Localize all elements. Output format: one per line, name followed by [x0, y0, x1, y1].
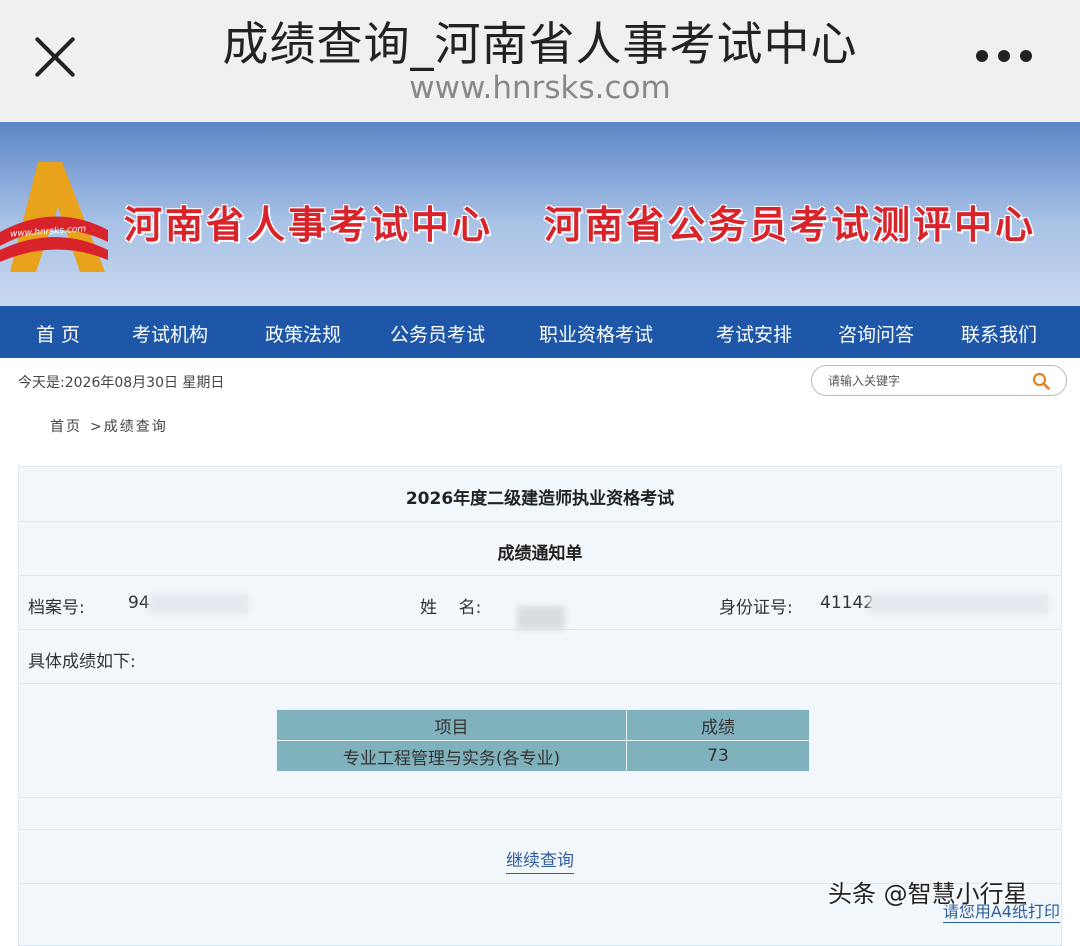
file-no-value: 94: [128, 593, 150, 613]
redaction-id: [869, 594, 1049, 614]
nav-item-institutions[interactable]: 考试机构: [132, 320, 208, 347]
candidate-info-row: 档案号: 94 姓 名: 身份证号: 41142: [19, 576, 1061, 630]
breadcrumb-current: >成绩查询: [90, 419, 168, 435]
exam-title-row: 2026年度二级建造师执业资格考试: [19, 467, 1061, 522]
redaction-name: [517, 606, 565, 630]
search-input[interactable]: [828, 371, 1028, 391]
nav-item-policies[interactable]: 政策法规: [265, 320, 341, 347]
site-logo-icon: [0, 162, 108, 272]
nav-item-contact[interactable]: 联系我们: [961, 320, 1037, 347]
table-row: 专业工程管理与实务(各专业) 73: [276, 740, 810, 772]
page-url: www.hnrsks.com: [409, 70, 671, 106]
nav-item-civil-service[interactable]: 公务员考试: [390, 320, 485, 347]
watermark: 头条 @智慧小行星: [828, 880, 1028, 908]
close-icon[interactable]: [32, 34, 78, 80]
id-label: 身份证号:: [719, 598, 793, 618]
file-no-label: 档案号:: [28, 598, 85, 618]
table-cell-subject: 专业工程管理与实务(各专业): [276, 740, 627, 772]
current-date: 今天是:2026年08月30日 星期日: [18, 375, 225, 391]
nav-item-home[interactable]: 首 页: [36, 320, 80, 347]
site-banner: www.hnrsks.com 河南省人事考试中心 河南省公务员考试测评中心: [0, 122, 1080, 306]
scores-table: 项目 成绩 专业工程管理与实务(各专业) 73: [276, 709, 810, 772]
breadcrumb-home[interactable]: 首页: [50, 419, 82, 435]
main-nav: 首 页 考试机构 政策法规 公务员考试 职业资格考试 考试安排 咨询问答 联系我…: [0, 306, 1080, 358]
page-title: 成绩查询_河南省人事考试中心: [222, 17, 858, 71]
more-dots-icon[interactable]: [976, 50, 1032, 62]
table-header-score: 成绩: [626, 709, 810, 741]
nav-item-professional-qualification[interactable]: 职业资格考试: [539, 320, 653, 347]
continue-query-link[interactable]: 继续查询: [506, 851, 574, 874]
search-icon[interactable]: [1032, 372, 1050, 390]
search-box: [811, 365, 1067, 396]
breadcrumb: 首页 >成绩查询: [50, 416, 176, 436]
spacer-row: [19, 798, 1061, 830]
redaction-file-no: [149, 594, 249, 614]
nav-item-schedule[interactable]: 考试安排: [716, 320, 792, 347]
banner-name-right: 河南省公务员考试测评中心: [544, 203, 1037, 247]
name-label: 姓 名:: [420, 598, 482, 618]
doc-title: 成绩通知单: [497, 544, 583, 564]
table-cell-score: 73: [626, 740, 810, 772]
scores-table-row: 项目 成绩 专业工程管理与实务(各专业) 73: [19, 684, 1061, 798]
table-header-row: 项目 成绩: [276, 709, 810, 741]
table-header-subject: 项目: [276, 709, 627, 741]
doc-title-row: 成绩通知单: [19, 522, 1061, 576]
scores-intro-row: 具体成绩如下:: [19, 630, 1061, 684]
nav-item-faq[interactable]: 咨询问答: [838, 320, 914, 347]
exam-title: 2026年度二级建造师执业资格考试: [405, 489, 675, 509]
scores-intro: 具体成绩如下:: [28, 652, 136, 672]
id-value: 41142: [820, 593, 875, 613]
browser-top-bar: 成绩查询_河南省人事考试中心 www.hnrsks.com: [0, 0, 1080, 122]
banner-name-left: 河南省人事考试中心: [124, 203, 494, 247]
